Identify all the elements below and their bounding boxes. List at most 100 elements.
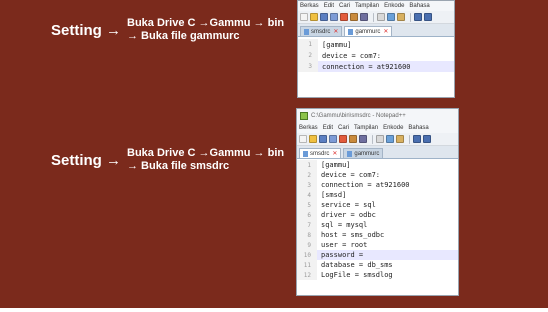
tab-smsdrc[interactable]: smsdrc ✕ xyxy=(299,148,342,158)
code-line[interactable]: 11 database = db_sms xyxy=(297,260,458,270)
code-line[interactable]: 8 host = sms_odbc xyxy=(297,230,458,240)
redo-icon[interactable] xyxy=(423,135,431,143)
tab-label: gammurc xyxy=(354,150,380,157)
close-all-icon[interactable] xyxy=(350,13,358,21)
line-number: 12 xyxy=(297,270,317,280)
new-file-icon[interactable] xyxy=(300,13,308,21)
toolbar-separator xyxy=(372,134,373,144)
line-number: 3 xyxy=(298,61,318,72)
step-instruction-line2: → Buka file smsdrc xyxy=(127,160,230,172)
code-line[interactable]: 3 connection = at921600 xyxy=(298,61,454,72)
code-line[interactable]: 1 [gammu] xyxy=(298,39,454,50)
code-text: [gammu] xyxy=(321,161,351,169)
menu-item-tampilan[interactable]: Tampilan xyxy=(355,3,379,9)
tab-label: smsdrc xyxy=(311,28,331,35)
slide: Setting → Buka Drive C →Gammu → bin → Bu… xyxy=(0,0,548,308)
open-folder-icon[interactable] xyxy=(310,13,318,21)
code-text: connection = at921600 xyxy=(321,181,410,189)
step-smsdrc: Setting → Buka Drive C →Gammu → bin → Bu… xyxy=(51,147,284,173)
window-title: C:\Gammu\bin\smsdrc - Notepad++ xyxy=(311,113,406,119)
step-instruction-line2: → Buka file gammurc xyxy=(127,30,240,42)
copy-icon[interactable] xyxy=(387,13,395,21)
code-line[interactable]: 6 driver = odbc xyxy=(297,210,458,220)
step-instructions: Buka Drive C →Gammu → bin → Buka file sm… xyxy=(127,147,284,173)
paste-icon[interactable] xyxy=(396,135,404,143)
line-number: 1 xyxy=(297,160,317,170)
toolbar-separator xyxy=(410,12,411,22)
code-line[interactable]: 1 [gammu] xyxy=(297,160,458,170)
step-label: Setting → xyxy=(51,152,121,169)
tab-label: gammurc xyxy=(355,28,381,35)
toolbar-separator xyxy=(409,134,410,144)
menu-item-bahasa[interactable]: Bahasa xyxy=(409,3,429,9)
toolbar xyxy=(297,133,458,146)
code-text: [smsd] xyxy=(321,191,347,199)
code-text: sql = mysql xyxy=(321,221,368,229)
code-text: device = com7: xyxy=(321,171,381,179)
file-icon xyxy=(303,150,308,157)
code-line[interactable]: 2 device = com7: xyxy=(298,50,454,61)
line-number: 9 xyxy=(297,240,317,250)
code-line[interactable]: 3 connection = at921600 xyxy=(297,180,458,190)
menu-item-berkas[interactable]: Berkas xyxy=(300,3,319,9)
cut-icon[interactable] xyxy=(377,13,385,21)
copy-icon[interactable] xyxy=(386,135,394,143)
notepadpp-icon xyxy=(300,112,308,120)
close-file-icon[interactable] xyxy=(339,135,347,143)
menu-item-cari[interactable]: Cari xyxy=(338,125,349,131)
menu-item-enkode[interactable]: Enkode xyxy=(383,125,403,131)
close-file-icon[interactable] xyxy=(340,13,348,21)
code-line[interactable]: 2 device = com7: xyxy=(297,170,458,180)
menu-item-berkas[interactable]: Berkas xyxy=(299,125,318,131)
save-all-icon[interactable] xyxy=(330,13,338,21)
paste-icon[interactable] xyxy=(397,13,405,21)
menu-item-edit[interactable]: Edit xyxy=(324,3,334,9)
code-editor[interactable]: 1 [gammu] 2 device = com7: 3 connection = at9… xyxy=(298,37,454,72)
menu-item-edit[interactable]: Edit xyxy=(323,125,333,131)
print-icon[interactable] xyxy=(359,135,367,143)
code-line[interactable]: 12 LogFile = smsdlog xyxy=(297,270,458,280)
tab-gammurc[interactable]: gammurc xyxy=(343,148,384,158)
redo-icon[interactable] xyxy=(424,13,432,21)
close-all-icon[interactable] xyxy=(349,135,357,143)
close-icon[interactable]: ✕ xyxy=(332,150,337,157)
save-icon[interactable] xyxy=(319,135,327,143)
code-text: connection = at921600 xyxy=(322,62,411,71)
menu-item-bahasa[interactable]: Bahasa xyxy=(408,125,428,131)
cut-icon[interactable] xyxy=(376,135,384,143)
menu-item-enkode[interactable]: Enkode xyxy=(384,3,404,9)
file-icon xyxy=(348,28,354,35)
undo-icon[interactable] xyxy=(413,135,421,143)
menu-bar: Berkas Edit Cari Tampilan Enkode Bahasa xyxy=(298,1,454,11)
code-line[interactable]: 9 user = root xyxy=(297,240,458,250)
open-folder-icon[interactable] xyxy=(309,135,317,143)
line-number: 8 xyxy=(297,230,317,240)
line-number: 2 xyxy=(297,170,317,180)
close-icon[interactable]: ✕ xyxy=(333,28,338,35)
save-all-icon[interactable] xyxy=(329,135,337,143)
menu-item-cari[interactable]: Cari xyxy=(339,3,350,9)
save-icon[interactable] xyxy=(320,13,328,21)
code-line[interactable]: 7 sql = mysql xyxy=(297,220,458,230)
code-line[interactable]: 5 service = sql xyxy=(297,200,458,210)
new-file-icon[interactable] xyxy=(299,135,307,143)
line-number: 1 xyxy=(298,39,318,50)
tab-smsdrc[interactable]: smsdrc ✕ xyxy=(300,26,343,36)
tab-label: smsdrc xyxy=(310,150,330,157)
menu-item-tampilan[interactable]: Tampilan xyxy=(354,125,378,131)
step-instruction-line1: Buka Drive C →Gammu → bin xyxy=(127,17,285,29)
line-number: 10 xyxy=(297,250,317,260)
print-icon[interactable] xyxy=(360,13,368,21)
code-line[interactable]: 10 password = xyxy=(297,250,458,260)
step-label: Setting → xyxy=(51,22,121,39)
code-line[interactable]: 4 [smsd] xyxy=(297,190,458,200)
tab-bar: smsdrc ✕ gammurc ✕ xyxy=(298,24,454,37)
step-instruction-line1: Buka Drive C →Gammu → bin xyxy=(127,147,285,159)
file-icon xyxy=(304,28,309,35)
undo-icon[interactable] xyxy=(414,13,422,21)
line-number: 7 xyxy=(297,220,317,230)
close-icon[interactable]: ✕ xyxy=(383,28,388,35)
code-editor[interactable]: 1 [gammu] 2 device = com7: 3 connection = at9… xyxy=(297,159,458,280)
tab-gammurc[interactable]: gammurc ✕ xyxy=(344,26,393,36)
code-text: [gammu] xyxy=(322,40,352,49)
